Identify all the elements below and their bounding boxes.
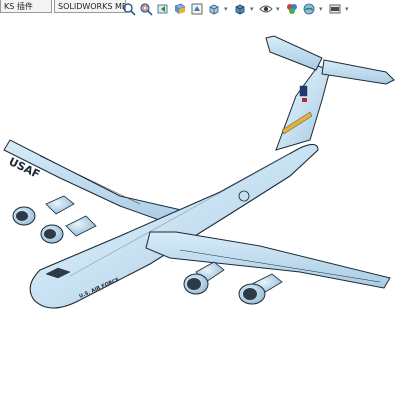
engine-2 xyxy=(40,215,97,244)
engine-4 xyxy=(238,273,283,305)
engine-1 xyxy=(12,195,75,226)
horizontal-stabilizer-right xyxy=(321,59,395,85)
vertical-stabilizer xyxy=(275,65,331,151)
horizontal-stabilizer-left xyxy=(265,35,323,71)
engine-3 xyxy=(183,261,225,295)
aircraft-model[interactable]: USAF U.S. AIR FORCE xyxy=(0,0,400,400)
